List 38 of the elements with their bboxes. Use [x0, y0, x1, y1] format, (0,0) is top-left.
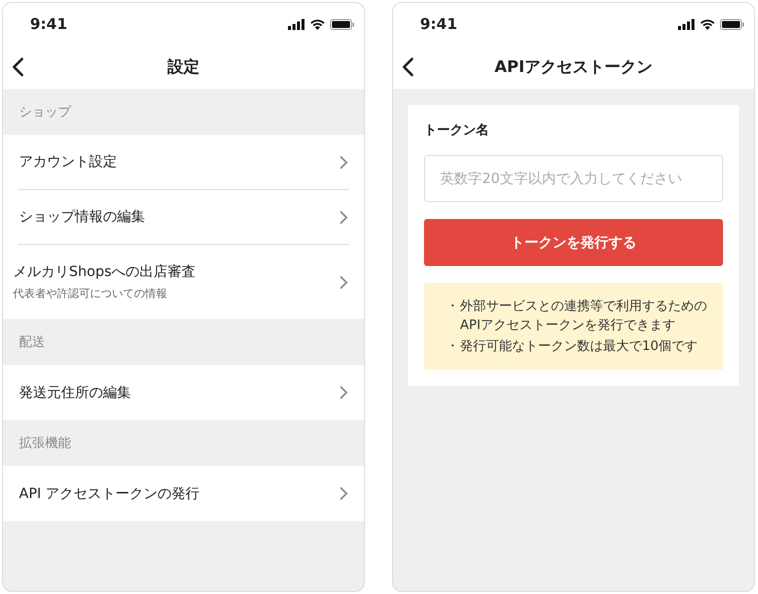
back-icon[interactable]: [402, 57, 414, 77]
bullet: ・: [446, 338, 460, 356]
settings-row[interactable]: アカウント設定: [18, 135, 349, 190]
section-header: 拡張機能: [19, 435, 71, 452]
row-label: メルカリShopsへの出店審査: [13, 263, 196, 281]
chevron-icon: [339, 274, 348, 290]
chevron-icon: [339, 385, 348, 400]
battery-icon: [720, 18, 744, 30]
signal-icon: [678, 18, 695, 30]
chevron-icon: [339, 486, 348, 501]
screen-title: APIアクセストークン: [494, 56, 653, 78]
battery-icon: [330, 18, 354, 30]
signal-icon: [288, 18, 305, 30]
token-name-field[interactable]: 英数字20文字以内で入力してください: [424, 155, 723, 202]
settings-row[interactable]: 発送元住所の編集: [3, 365, 364, 420]
row-label: アカウント設定: [19, 153, 117, 171]
settings-row[interactable]: API アクセストークンの発行: [3, 466, 364, 521]
issue-token-button[interactable]: トークンを発行する: [424, 219, 723, 266]
settings-row[interactable]: ショップ情報の編集: [18, 190, 349, 245]
notice-text: 発行可能なトークン数は最大で10個です: [460, 338, 699, 356]
status-time: 9:41: [30, 15, 68, 33]
row-sublabel: 代表者や許認可についての情報: [13, 286, 168, 301]
back-icon[interactable]: [12, 57, 24, 77]
settings-row[interactable]: メルカリShopsへの出店審査 代表者や許認可についての情報: [3, 245, 364, 319]
section-header: ショップ: [19, 104, 71, 121]
wifi-icon: [310, 18, 325, 30]
chevron-icon: [339, 154, 348, 170]
chevron-icon: [339, 210, 348, 224]
row-label: ショップ情報の編集: [19, 208, 145, 226]
wifi-icon: [700, 18, 715, 30]
section-header: 配送: [19, 334, 45, 351]
notice-text: 外部サービスとの連携等で利用するためのAPIアクセストークンを発行できます: [460, 298, 707, 335]
status-time: 9:41: [420, 15, 458, 33]
row-label: 発送元住所の編集: [19, 384, 131, 402]
row-label: API アクセストークンの発行: [19, 484, 200, 502]
screen-title: 設定: [168, 56, 200, 78]
bullet: ・: [446, 298, 460, 316]
field-label: トークン名: [424, 122, 490, 139]
